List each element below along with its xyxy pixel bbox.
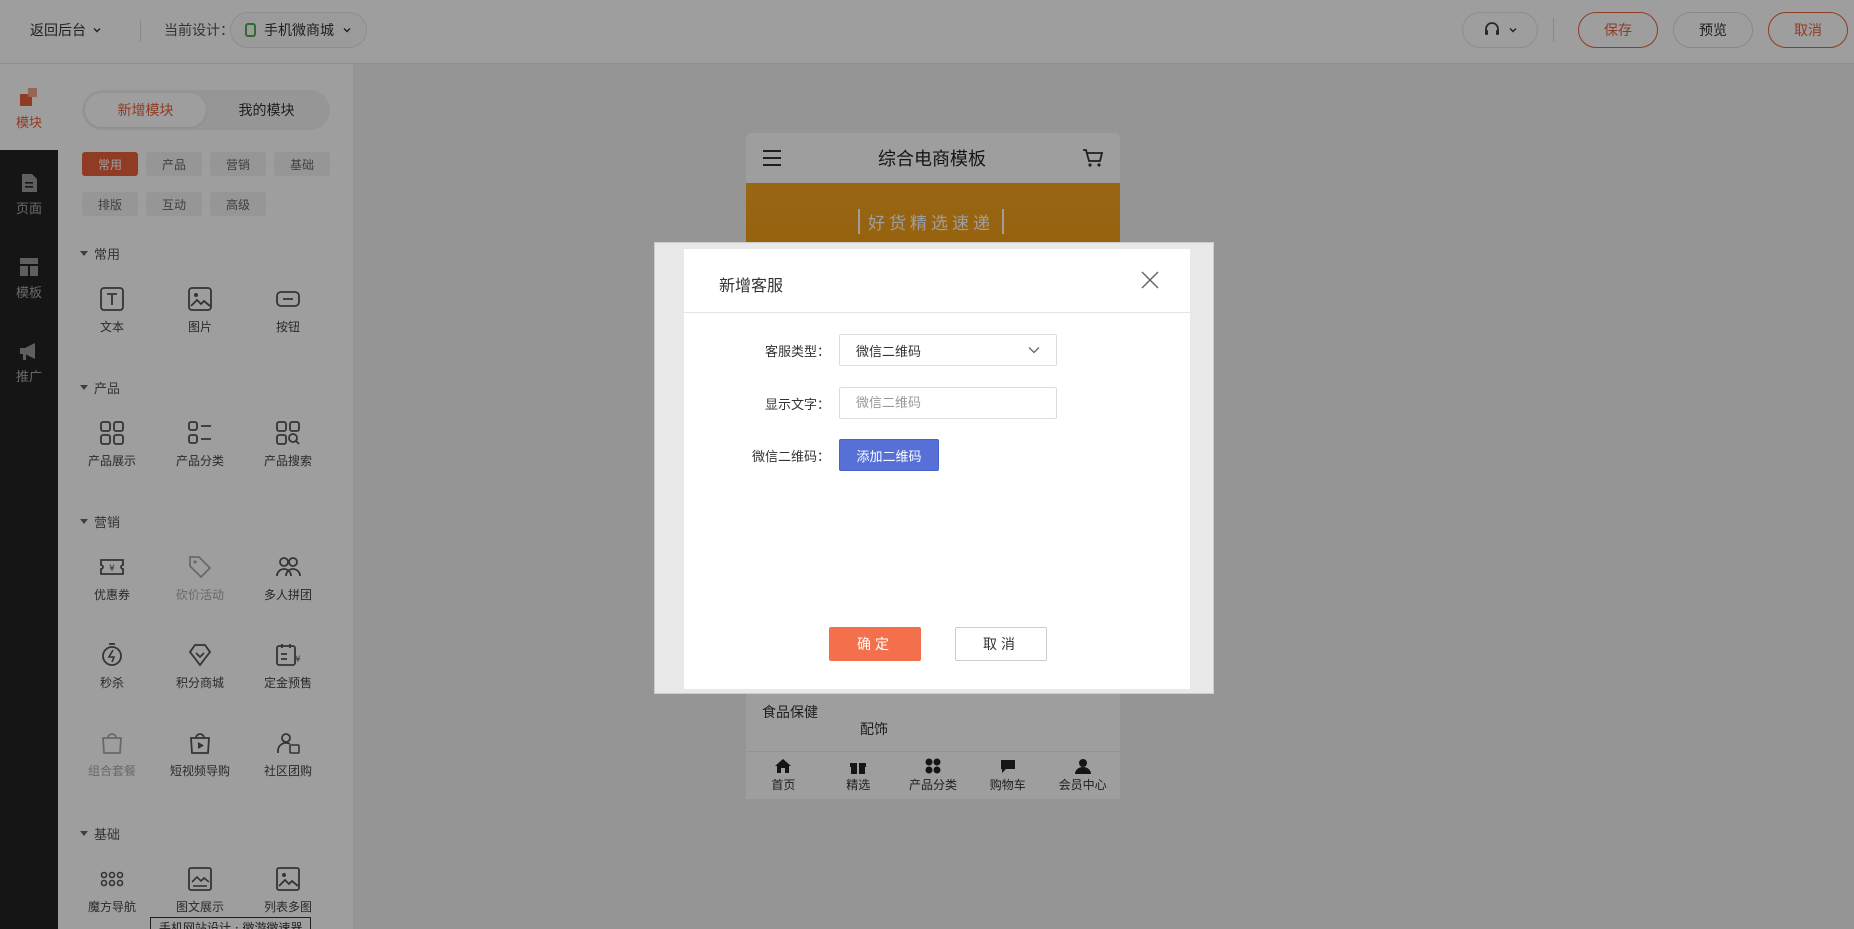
dialog-divider: [684, 312, 1190, 313]
confirm-button[interactable]: 确定: [829, 627, 921, 661]
service-type-select[interactable]: 微信二维码: [839, 334, 1057, 366]
dialog-cancel-button[interactable]: 取消: [955, 627, 1047, 661]
display-text-input[interactable]: [839, 387, 1057, 419]
service-type-value: 微信二维码: [856, 344, 922, 360]
display-text-label: 显示文字：: [764, 398, 830, 413]
service-type-label: 客服类型：: [764, 345, 830, 360]
dialog-title: 新增客服: [719, 276, 784, 295]
add-customer-service-dialog: 新增客服 客服类型： 微信二维码 显示文字： 微信二维码： 添加二维码 确定 取…: [684, 249, 1190, 689]
wechat-qr-label: 微信二维码：: [751, 450, 830, 465]
add-qr-button[interactable]: 添加二维码: [839, 439, 939, 471]
close-icon[interactable]: [1141, 271, 1159, 289]
chevron-down-icon: [1028, 347, 1040, 354]
